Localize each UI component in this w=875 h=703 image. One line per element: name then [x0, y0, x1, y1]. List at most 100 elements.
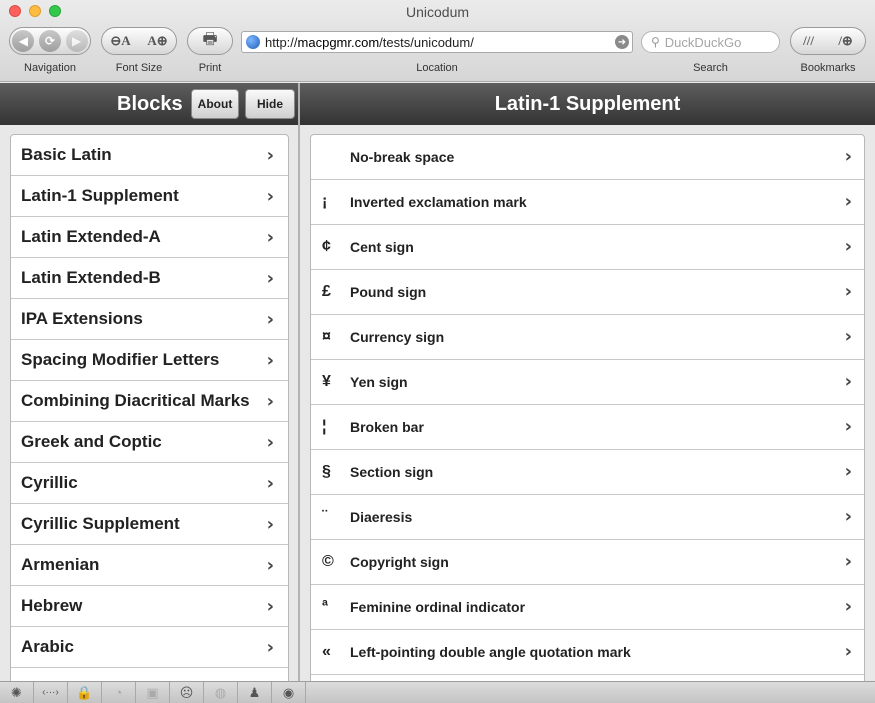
chevron-right-icon: ›: [844, 461, 852, 482]
person-icon: ♟: [248, 684, 261, 700]
font-larger-icon: A⊕: [147, 33, 168, 48]
code-icon: ‹···›: [42, 687, 59, 698]
chevron-right-icon: ›: [266, 472, 274, 494]
increase-font-button[interactable]: A⊕: [147, 33, 167, 49]
forward-button[interactable]: ▶: [65, 30, 88, 52]
character-list-item[interactable]: ¥ Yen sign ›: [311, 360, 864, 405]
block-list-item[interactable]: Latin-1 Supplement ›: [11, 176, 288, 217]
search-icon: ⚲: [651, 35, 660, 49]
chevron-right-icon: ›: [266, 636, 274, 658]
character-name: Diaeresis: [350, 509, 413, 525]
block-list-item[interactable]: IPA Extensions ›: [11, 299, 288, 340]
print-button[interactable]: 🖶: [187, 27, 233, 55]
font-size-label: Font Size: [115, 62, 163, 74]
character-list-item[interactable]: £ Pound sign ›: [311, 270, 864, 315]
lock-status-button[interactable]: 🔒: [68, 681, 102, 703]
character-name: Yen sign: [350, 374, 408, 390]
block-list-item[interactable]: Combining Diacritical Marks ›: [11, 381, 288, 422]
status-bar: ✺ ‹···› 🔒 ◔ ▣ ☹ ◍ ♟ ◉: [0, 681, 875, 703]
go-arrow-icon[interactable]: ➜: [615, 35, 629, 49]
lock-icon: 🔒: [76, 684, 93, 700]
block-list-item[interactable]: Cyrillic ›: [11, 463, 288, 504]
character-list-item[interactable]: © Copyright sign ›: [311, 540, 864, 585]
spinner-status-button[interactable]: ✺: [0, 681, 34, 703]
character-list-item[interactable]: ¢ Cent sign ›: [311, 225, 864, 270]
rss-status-button[interactable]: ◔: [102, 681, 136, 703]
character-name: Pound sign: [350, 284, 427, 300]
block-list-item[interactable]: Syriac›: [11, 668, 288, 682]
eye-icon: ◉: [282, 684, 295, 700]
navigation-group: ◀ ⟳ ▶: [9, 27, 91, 55]
character-glyph: ¨: [322, 508, 328, 525]
chevron-right-icon: ›: [266, 185, 274, 207]
block-list-item[interactable]: Spacing Modifier Letters ›: [11, 340, 288, 381]
bookmarks-button[interactable]: ///: [803, 33, 814, 49]
bookmarks-label: Bookmarks: [800, 62, 856, 74]
chevron-right-icon: ›: [844, 416, 852, 437]
location-label: Location: [416, 62, 458, 74]
search-placeholder: DuckDuckGo: [664, 34, 742, 50]
search-label: Search: [693, 62, 728, 74]
chevron-right-icon: ›: [844, 236, 852, 257]
about-button[interactable]: About: [191, 89, 239, 119]
block-list-item[interactable]: Greek and Coptic ›: [11, 422, 288, 463]
chevron-right-icon: ›: [844, 596, 852, 617]
character-glyph: §: [322, 463, 331, 480]
character-glyph: ª: [322, 598, 328, 615]
person-status-button[interactable]: ♟: [238, 681, 272, 703]
character-list-item[interactable]: « Left-pointing double angle quotation ma…: [311, 630, 864, 675]
chevron-left-icon: ◀: [18, 34, 28, 48]
character-name: Inverted exclamation mark: [350, 194, 527, 210]
location-field[interactable]: http://macpgmr.com/tests/unicodum/ ➜: [241, 31, 633, 53]
window-titlebar: Unicodum ◀ ⟳ ▶ Navigation ⊖A A⊕ Font Siz…: [0, 0, 875, 82]
search-input[interactable]: ⚲ DuckDuckGo: [641, 31, 780, 53]
rss-icon: ◔: [114, 685, 123, 700]
block-list-item[interactable]: Basic Latin ›: [11, 135, 288, 176]
code-status-button[interactable]: ‹···›: [34, 681, 68, 703]
character-glyph: ¤: [322, 328, 331, 345]
character-glyph: ¥: [322, 373, 331, 390]
camera-icon: ▣: [146, 684, 159, 700]
character-list-item[interactable]: ¨ Diaeresis ›: [311, 495, 864, 540]
character-list-item[interactable]: ¡ Inverted exclamation mark ›: [311, 180, 864, 225]
block-list-item-label: Greek and Coptic: [21, 432, 162, 451]
blocks-scroll-area[interactable]: Basic Latin › Latin-1 Supplement › Latin Ext…: [0, 125, 298, 681]
camera-status-button[interactable]: ▣: [136, 681, 170, 703]
frown-status-button[interactable]: ☹: [170, 681, 204, 703]
block-list-item[interactable]: Cyrillic Supplement ›: [11, 504, 288, 545]
printer-icon: 🖶: [202, 30, 218, 48]
character-list-item[interactable]: § Section sign ›: [311, 450, 864, 495]
character-name: Copyright sign: [350, 554, 449, 570]
chevron-right-icon: ›: [844, 641, 852, 662]
character-list-item[interactable]: ¦ Broken bar ›: [311, 405, 864, 450]
character-glyph: £: [322, 283, 331, 300]
block-list-item[interactable]: Armenian ›: [11, 545, 288, 586]
character-list-item[interactable]: No-break space ›: [311, 135, 864, 180]
url-domain: macpgmr.com: [297, 34, 380, 50]
globe-status-button[interactable]: ◍: [204, 681, 238, 703]
globe-icon: ◍: [214, 684, 227, 700]
reload-button[interactable]: ⟳: [38, 30, 61, 52]
character-list-item[interactable]: ¤ Currency sign ›: [311, 315, 864, 360]
characters-scroll-area[interactable]: No-break space › ¡ Inverted exclamation mar…: [300, 125, 875, 681]
eye-status-button[interactable]: ◉: [272, 681, 306, 703]
block-list-item-label: Cyrillic: [21, 473, 78, 492]
block-list-item[interactable]: Latin Extended-A ›: [11, 217, 288, 258]
chevron-right-icon: ›: [844, 281, 852, 302]
back-button[interactable]: ◀: [12, 30, 35, 52]
hide-button[interactable]: Hide: [245, 89, 295, 119]
block-list-item[interactable]: Hebrew ›: [11, 586, 288, 627]
block-list-item[interactable]: Latin Extended-B ›: [11, 258, 288, 299]
character-name: No-break space: [350, 149, 455, 165]
add-bookmark-button[interactable]: /⊕: [838, 33, 853, 49]
character-list-item[interactable]: ª Feminine ordinal indicator ›: [311, 585, 864, 630]
block-list-item-label: IPA Extensions: [21, 309, 143, 328]
decrease-font-button[interactable]: ⊖A: [110, 33, 130, 49]
blocks-header: Blocks About Hide: [0, 83, 298, 125]
chevron-right-icon: ›: [844, 191, 852, 212]
character-glyph: ¡: [322, 193, 328, 210]
chevron-right-icon: ▶: [72, 34, 82, 48]
block-list-item[interactable]: Arabic ›: [11, 627, 288, 668]
block-list-item-label: Hebrew: [21, 596, 83, 615]
block-list-item-label: Arabic: [21, 637, 74, 656]
